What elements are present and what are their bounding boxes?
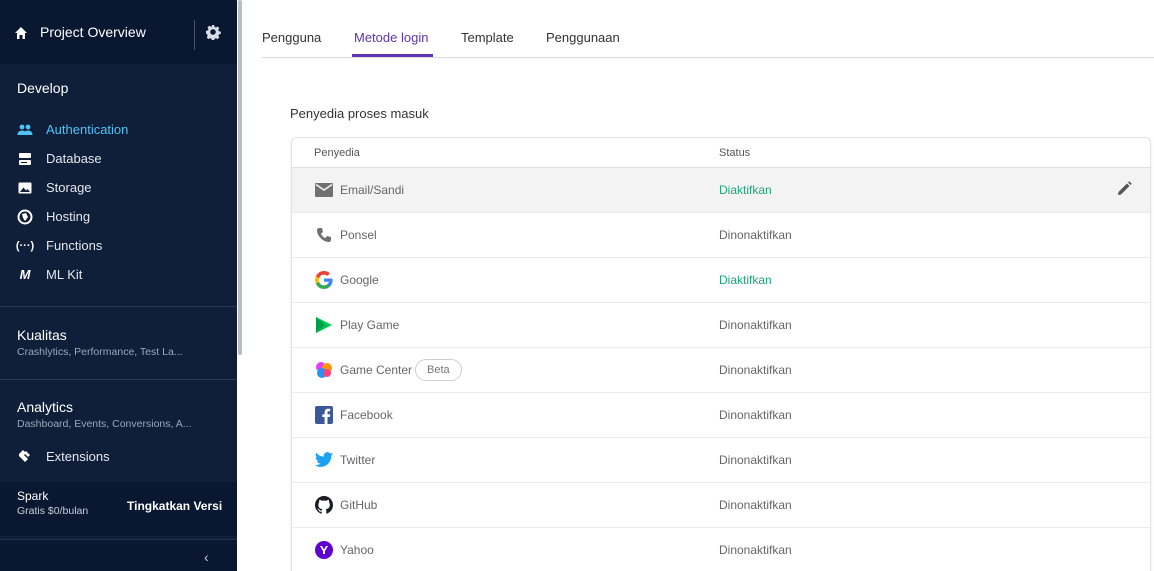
develop-section-title: Develop xyxy=(17,80,69,96)
column-header-provider: Penyedia xyxy=(314,147,360,159)
status-text: Dinonaktifkan xyxy=(719,318,792,332)
providers-table: Penyedia Status Email/Sandi Diaktifkan P… xyxy=(291,137,1151,571)
sidebar: Project Overview Develop Authentication … xyxy=(0,0,237,571)
twitter-icon xyxy=(314,451,334,469)
phone-icon xyxy=(314,226,334,244)
sidebar-item-label: Functions xyxy=(46,238,103,253)
status-text: Dinonaktifkan xyxy=(719,453,792,467)
database-icon xyxy=(19,152,31,165)
provider-name: Facebook xyxy=(340,408,393,422)
table-row[interactable]: Email/Sandi Diaktifkan xyxy=(292,168,1150,213)
sidebar-item-label: Database xyxy=(46,151,102,166)
sidebar-item-label: Extensions xyxy=(46,448,110,464)
status-text: Dinonaktifkan xyxy=(719,408,792,422)
gear-icon[interactable] xyxy=(205,24,221,40)
people-icon xyxy=(17,124,33,135)
sidebar-item-label: ML Kit xyxy=(46,267,83,282)
tabs-divider xyxy=(262,57,1154,58)
email-icon xyxy=(314,181,334,199)
home-icon[interactable] xyxy=(14,26,28,40)
sidebar-item-authentication[interactable]: Authentication xyxy=(0,115,237,144)
section-title: Penyedia proses masuk xyxy=(290,106,429,121)
plan-price: Gratis $0/bulan xyxy=(17,505,89,517)
sidebar-divider xyxy=(0,379,237,380)
sidebar-item-extensions[interactable]: Extensions xyxy=(17,445,110,467)
game-center-icon xyxy=(314,361,334,379)
sidebar-item-analytics[interactable]: Analytics xyxy=(17,399,73,415)
yahoo-icon xyxy=(314,541,334,559)
status-text: Dinonaktifkan xyxy=(719,498,792,512)
develop-nav: Authentication Database Storage Hosting … xyxy=(0,115,237,289)
status-text: Dinonaktifkan xyxy=(719,363,792,377)
provider-name: Twitter xyxy=(340,453,376,467)
tab-pengguna[interactable]: Pengguna xyxy=(262,30,321,45)
beta-badge: Beta xyxy=(415,359,462,381)
tab-template[interactable]: Template xyxy=(461,30,514,45)
table-row[interactable]: Yahoo Dinonaktifkan xyxy=(292,528,1150,571)
sidebar-scrollbar[interactable] xyxy=(238,0,242,355)
header-divider xyxy=(194,20,195,50)
ml-kit-icon: M xyxy=(19,267,31,282)
chevron-left-icon: ‹ xyxy=(204,549,209,565)
provider-name: Play Game xyxy=(340,318,400,332)
sidebar-divider xyxy=(0,306,237,307)
status-text: Diaktifkan xyxy=(719,273,772,287)
functions-icon: (···) xyxy=(15,239,35,252)
project-overview-link[interactable]: Project Overview xyxy=(40,24,146,40)
kualitas-subtitle: Crashlytics, Performance, Test La... xyxy=(17,346,183,358)
provider-name: Game Center xyxy=(340,363,413,377)
play-games-icon xyxy=(314,316,334,334)
pencil-icon[interactable] xyxy=(1115,180,1133,198)
github-icon xyxy=(314,496,334,514)
provider-name: GitHub xyxy=(340,498,378,512)
provider-name: Google xyxy=(340,273,379,287)
plan-panel: Spark Gratis $0/bulan Tingkatkan Versi xyxy=(0,482,237,536)
sidebar-item-ml-kit[interactable]: M ML Kit xyxy=(0,260,237,289)
table-row[interactable]: Play Game Dinonaktifkan xyxy=(292,303,1150,348)
table-row[interactable]: GitHub Dinonaktifkan xyxy=(292,483,1150,528)
auth-tabs: Pengguna Metode login Template Penggunaa… xyxy=(262,0,1154,57)
sidebar-item-label: Storage xyxy=(46,180,92,195)
table-header: Penyedia Status xyxy=(292,138,1150,168)
status-text: Dinonaktifkan xyxy=(719,228,792,242)
sidebar-item-hosting[interactable]: Hosting xyxy=(0,202,237,231)
table-row[interactable]: Google Diaktifkan xyxy=(292,258,1150,303)
sidebar-item-label: Authentication xyxy=(46,122,129,137)
table-row[interactable]: Game Center Beta Dinonaktifkan xyxy=(292,348,1150,393)
globe-icon xyxy=(17,209,33,224)
sidebar-header: Project Overview xyxy=(0,0,237,64)
image-icon xyxy=(18,182,32,193)
table-row[interactable]: Ponsel Dinonaktifkan xyxy=(292,213,1150,258)
table-row[interactable]: Facebook Dinonaktifkan xyxy=(292,393,1150,438)
google-icon xyxy=(314,271,334,289)
provider-name: Email/Sandi xyxy=(340,183,405,197)
plan-name: Spark xyxy=(17,489,49,503)
extensions-icon xyxy=(19,450,30,462)
table-row[interactable]: Twitter Dinonaktifkan xyxy=(292,438,1150,483)
sidebar-item-database[interactable]: Database xyxy=(0,144,237,173)
analytics-subtitle: Dashboard, Events, Conversions, A... xyxy=(17,418,192,430)
column-header-status: Status xyxy=(719,147,751,159)
tab-penggunaan[interactable]: Penggunaan xyxy=(546,30,620,45)
tab-metode-login[interactable]: Metode login xyxy=(354,30,428,45)
upgrade-button[interactable]: Tingkatkan Versi xyxy=(127,499,222,513)
sidebar-item-label: Hosting xyxy=(46,209,91,224)
collapse-sidebar-button[interactable]: ‹ xyxy=(0,539,237,571)
sidebar-item-storage[interactable]: Storage xyxy=(0,173,237,202)
status-text: Diaktifkan xyxy=(719,183,772,197)
sidebar-item-kualitas[interactable]: Kualitas xyxy=(17,327,67,343)
provider-name: Yahoo xyxy=(340,543,374,557)
provider-name: Ponsel xyxy=(340,228,377,242)
facebook-icon xyxy=(314,406,334,424)
status-text: Dinonaktifkan xyxy=(719,543,792,557)
sidebar-item-functions[interactable]: (···) Functions xyxy=(0,231,237,260)
